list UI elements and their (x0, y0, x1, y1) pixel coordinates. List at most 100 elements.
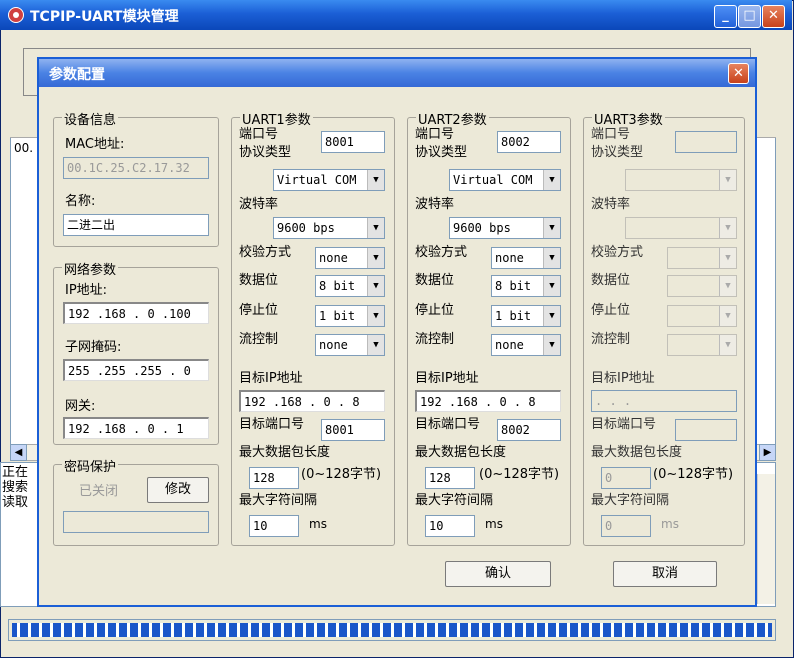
uart3-databits-select: ▼ (667, 275, 737, 297)
ip-field[interactable]: 192 .168 . 0 .100 (63, 302, 209, 324)
log-vertical-scrollbar[interactable] (757, 474, 775, 604)
uart3-ms-unit: ms (661, 517, 679, 531)
name-field[interactable]: 二进二出 (63, 214, 209, 236)
chevron-down-icon[interactable]: ▼ (543, 218, 560, 238)
uart2-flow-select[interactable]: none ▼ (491, 334, 561, 356)
maximize-button[interactable]: □ (738, 5, 761, 28)
password-label: 密码保护 (62, 456, 119, 475)
chevron-down-icon[interactable]: ▼ (543, 306, 560, 326)
uart1-port-field[interactable]: 8001 (321, 131, 385, 153)
uart2-target-port-label: 目标端口号 (415, 417, 481, 432)
uart3-stopbits-label: 停止位 (591, 303, 631, 318)
config-dialog: 参数配置 ✕ 设备信息 MAC地址: 00.1C.25.C2.17.32 名称:… (37, 57, 757, 607)
network-label: 网络参数 (62, 259, 119, 278)
uart1-databits-select[interactable]: 8 bit ▼ (315, 275, 385, 297)
chevron-down-icon: ▼ (719, 276, 736, 296)
log-text: 正在 搜索 读取 (2, 465, 28, 510)
uart1-baud-select[interactable]: 9600 bps ▼ (273, 217, 385, 239)
uart2-parity-select[interactable]: none ▼ (491, 247, 561, 269)
uart3-port-field (675, 131, 737, 153)
uart2-max-interval-label: 最大字符间隔 (415, 493, 494, 508)
uart2-databits-select[interactable]: 8 bit ▼ (491, 275, 561, 297)
uart2-ms-unit: ms (485, 517, 503, 531)
minimize-button[interactable]: _ (714, 5, 737, 28)
uart1-stopbits-label: 停止位 (239, 303, 279, 318)
device-info-label: 设备信息 (62, 109, 119, 128)
uart1-port-label: 端口号 (239, 127, 279, 142)
gateway-label: 网关: (65, 399, 96, 414)
uart2-max-interval-field[interactable]: 10 (425, 515, 475, 537)
uart2-baud-value: 9600 bps (453, 221, 511, 235)
chevron-down-icon[interactable]: ▼ (543, 335, 560, 355)
password-modify-button[interactable]: 修改 (147, 477, 209, 503)
uart1-max-packet-field[interactable]: 128 (249, 467, 299, 489)
uart3-target-ip-label: 目标IP地址 (591, 371, 655, 386)
mac-label: MAC地址: (65, 137, 125, 152)
log-line: 正在 (2, 465, 29, 480)
close-button[interactable]: ✕ (762, 5, 785, 28)
chevron-down-icon[interactable]: ▼ (367, 276, 384, 296)
uart2-port-field[interactable]: 8002 (497, 131, 561, 153)
uart2-databits-label: 数据位 (415, 273, 455, 288)
uart3-target-port-field (675, 419, 737, 441)
uart2-target-ip-field[interactable]: 192 .168 . 0 . 8 (415, 390, 561, 412)
uart2-flow-label: 流控制 (415, 332, 455, 347)
chevron-down-icon[interactable]: ▼ (543, 276, 560, 296)
uart3-stopbits-select: ▼ (667, 305, 737, 327)
dialog-title-bar[interactable]: 参数配置 ✕ (39, 59, 755, 87)
uart1-databits-value: 8 bit (319, 279, 356, 293)
dialog-close-button[interactable]: ✕ (728, 63, 749, 84)
scroll-left-arrow-icon[interactable]: ◀ (10, 444, 27, 461)
uart1-target-ip-label: 目标IP地址 (239, 371, 303, 386)
uart1-max-interval-field[interactable]: 10 (249, 515, 299, 537)
uart1-max-interval-label: 最大字符间隔 (239, 493, 318, 508)
log-line: 读取 (2, 495, 29, 510)
confirm-button[interactable]: 确认 (445, 561, 551, 587)
gateway-field[interactable]: 192 .168 . 0 . 1 (63, 417, 209, 439)
uart1-stopbits-select[interactable]: 1 bit ▼ (315, 305, 385, 327)
ip-label: IP地址: (65, 283, 108, 298)
app-icon (8, 7, 24, 23)
mac-field: 00.1C.25.C2.17.32 (63, 157, 209, 179)
uart1-baud-value: 9600 bps (277, 221, 335, 235)
uart3-flow-label: 流控制 (591, 332, 631, 347)
uart1-target-port-field[interactable]: 8001 (321, 419, 385, 441)
uart2-max-packet-label: 最大数据包长度 (415, 445, 507, 460)
chevron-down-icon[interactable]: ▼ (543, 248, 560, 268)
log-line: 搜索 (2, 480, 29, 495)
password-input (63, 511, 209, 533)
uart2-parity-label: 校验方式 (415, 245, 468, 260)
uart2-target-port-field[interactable]: 8002 (497, 419, 561, 441)
mask-field[interactable]: 255 .255 .255 . 0 (63, 359, 209, 381)
uart2-baud-select[interactable]: 9600 bps ▼ (449, 217, 561, 239)
uart1-parity-select[interactable]: none ▼ (315, 247, 385, 269)
chevron-down-icon[interactable]: ▼ (367, 335, 384, 355)
uart2-protocol-select[interactable]: Virtual COM ▼ (449, 169, 561, 191)
chevron-down-icon[interactable]: ▼ (367, 306, 384, 326)
uart2-flow-value: none (495, 338, 524, 352)
uart3-baud-select: ▼ (625, 217, 737, 239)
chevron-down-icon: ▼ (719, 335, 736, 355)
uart1-flow-select[interactable]: none ▼ (315, 334, 385, 356)
uart3-parity-label: 校验方式 (591, 245, 644, 260)
mask-label: 子网掩码: (65, 340, 122, 355)
chevron-down-icon[interactable]: ▼ (367, 218, 384, 238)
uart2-parity-value: none (495, 251, 524, 265)
uart3-parity-select: ▼ (667, 247, 737, 269)
chevron-down-icon[interactable]: ▼ (367, 248, 384, 268)
uart2-target-ip-label: 目标IP地址 (415, 371, 479, 386)
uart2-stopbits-select[interactable]: 1 bit ▼ (491, 305, 561, 327)
chevron-down-icon[interactable]: ▼ (543, 170, 560, 190)
uart3-protocol-label: 协议类型 (591, 145, 644, 160)
scroll-right-arrow-icon[interactable]: ▶ (759, 444, 776, 461)
uart1-target-ip-field[interactable]: 192 .168 . 0 . 8 (239, 390, 385, 412)
cancel-button[interactable]: 取消 (613, 561, 717, 587)
uart2-max-packet-field[interactable]: 128 (425, 467, 475, 489)
chevron-down-icon[interactable]: ▼ (367, 170, 384, 190)
uart1-protocol-label: 协议类型 (239, 145, 292, 160)
uart1-protocol-select[interactable]: Virtual COM ▼ (273, 169, 385, 191)
device-list-cell[interactable]: 00. (14, 141, 33, 155)
uart2-port-label: 端口号 (415, 127, 455, 142)
main-title-bar[interactable]: TCPIP-UART模块管理 _ □ ✕ (0, 0, 792, 30)
dialog-title: 参数配置 (49, 67, 105, 83)
